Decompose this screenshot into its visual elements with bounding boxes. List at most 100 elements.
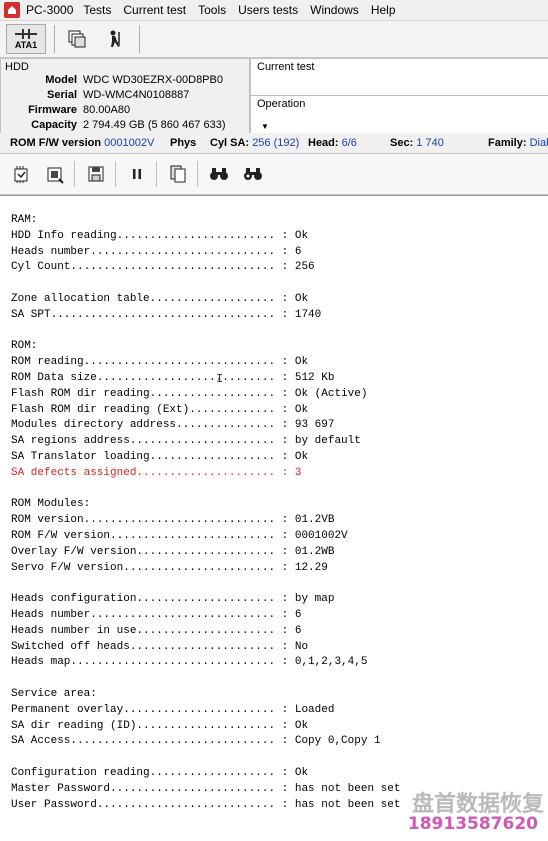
hdd-capacity-row: Capacity 2 794.49 GB (5 860 467 633) [1,119,249,134]
head-value: 6/6 [341,137,357,149]
log-line: ROM Modules: [11,498,91,511]
log-line: Zone allocation table...................… [11,293,309,305]
log-line: Flash ROM dir reading...................… [11,387,368,400]
person-run-icon [110,30,120,47]
log-line: Heads number............................… [11,609,302,621]
title-bar: PC-3000 Tests Current test Tools Users t… [0,0,548,21]
toolbar-separator [115,161,116,187]
chip-read-button[interactable] [8,161,34,187]
log-line: Configuration reading...................… [11,767,309,779]
log-line: Cyl Count...............................… [11,261,315,274]
hdd-firmware-row: Firmware 80.00A80 [1,104,249,119]
toolbar-separator [54,25,55,53]
hdd-firmware-value: 80.00A80 [83,104,131,116]
hdd-model-row: Model WDC WD30EZRX-00D8PB0 [1,74,249,89]
family-value: Diab [529,137,548,149]
hdd-serial-row: Serial WD-WMC4N0108887 [1,89,249,104]
app-title: PC-3000 [26,3,74,17]
log-line: SA regions address......................… [11,435,361,448]
log-line: Overlay F/W version.....................… [11,545,335,558]
hdd-capacity-label: Capacity [31,119,77,131]
menu-tools[interactable]: Tools [198,3,226,17]
log-line: Permanent overlay.......................… [11,703,335,716]
rom-fw-label: ROM F/W version [10,137,102,149]
log-line: ROM F/W version.........................… [11,530,348,542]
sec-status: Sec: 1 740 [390,137,444,149]
phys-label: Phys [170,137,197,149]
text-cursor-icon: I [216,372,224,386]
cyl-sa-value: 256 (192) [252,137,300,149]
ata1-label: ATA1 [14,40,38,50]
main-toolbar: ATA1 [0,21,548,58]
hdd-model-label: Model [45,74,77,86]
log-line: RAM: [11,214,38,226]
drive-status-bar: ROM F/W version 0001002V Phys Cyl SA: 25… [0,133,548,154]
phys-status: Phys [170,137,196,149]
toolbar-separator [156,161,157,187]
chip-write-icon [47,167,64,184]
windows-cascade-button[interactable] [61,24,93,54]
menu-users-tests[interactable]: Users tests [238,3,298,17]
log-line: Service area: [11,688,97,700]
family-status: Family: Diab [488,137,548,149]
binoculars-icon [210,168,228,180]
head-label: Head: [308,137,339,149]
hdd-serial-label: Serial [47,89,77,101]
pause-button[interactable] [124,161,150,187]
pc3000-icon [4,2,20,18]
menu-bar: Tests Current test Tools Users tests Win… [83,3,407,17]
sec-label: Sec: [390,137,414,149]
find-button[interactable] [206,161,232,187]
hdd-info-panel: HDD Model WDC WD30EZRX-00D8PB0 Serial WD… [0,58,250,134]
save-button[interactable] [83,161,109,187]
rom-fw-status: ROM F/W version 0001002V [10,137,154,149]
toolbar-separator [139,25,140,53]
log-line: ROM Data size...........................… [11,372,335,384]
chip-read-icon [14,166,28,183]
head-status: Head: 6/6 [308,137,357,149]
cyl-sa-status: Cyl SA: 256 (192) [210,137,299,149]
toolbar-separator [74,161,75,187]
current-test-label: Current test [257,61,315,73]
ata1-button[interactable]: ATA1 [6,24,46,54]
log-line: HDD Info reading........................… [11,229,309,242]
hdd-capacity-value: 2 794.49 GB (5 860 467 633) [83,119,226,131]
log-line: Heads number in use.....................… [11,624,302,637]
log-line: SA Access...............................… [11,735,381,748]
menu-help[interactable]: Help [371,3,396,17]
copy-icon [170,165,186,183]
log-line: Heads number............................… [11,245,302,258]
save-icon [88,166,104,182]
menu-current-test[interactable]: Current test [123,3,186,17]
log-line: Flash ROM dir reading (Ext).............… [11,403,309,416]
hdd-firmware-label: Firmware [28,104,77,116]
log-line: ROM version.............................… [11,514,335,527]
menu-tests[interactable]: Tests [83,3,111,17]
chevron-down-icon[interactable]: ▼ [261,122,269,131]
chip-write-button[interactable] [42,161,68,187]
log-line: Servo F/W version.......................… [11,561,328,574]
ata-connector-icon [15,29,37,39]
menu-windows[interactable]: Windows [310,3,359,17]
person-run-button[interactable] [99,24,131,54]
hdd-model-value: WDC WD30EZRX-00D8PB0 [83,74,223,86]
log-line: SA SPT..................................… [11,308,322,321]
operation-panel: Operation ▼ [250,95,548,134]
log-line: ROM: [11,340,38,353]
cyl-sa-label: Cyl SA: [210,137,250,149]
log-line: SA dir reading (ID).....................… [11,719,309,732]
hdd-legend: HDD [5,61,29,73]
log-line: Modules directory address...............… [11,419,335,432]
log-line: SA Translator loading...................… [11,451,309,463]
sec-value: 1 740 [416,137,444,149]
log-line: Switched off heads......................… [11,640,309,653]
binoculars-find-icon [244,168,262,180]
log-line: SA defects assigned.....................… [11,466,302,479]
find-next-button[interactable] [240,161,266,187]
copy-button[interactable] [165,161,191,187]
log-line: Heads map...............................… [11,656,368,669]
windows-cascade-icon [68,30,86,48]
log-line: User Password...........................… [11,798,401,811]
rom-fw-value: 0001002V [104,137,155,149]
test-log-output[interactable]: RAM: HDD Info reading....................… [0,195,548,841]
